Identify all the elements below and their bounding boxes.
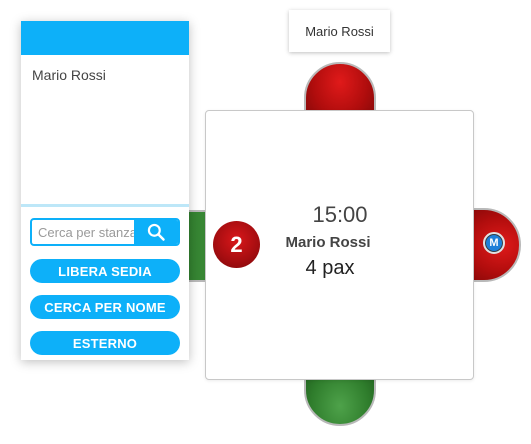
reservation-guest-name: Mario Rossi bbox=[285, 234, 371, 251]
search-button[interactable] bbox=[134, 220, 178, 244]
external-button[interactable]: ESTERNO bbox=[30, 331, 180, 355]
search-input[interactable] bbox=[32, 220, 136, 244]
table-number-badge[interactable]: 2 bbox=[213, 221, 260, 268]
reservation-pax: 4 pax bbox=[305, 257, 355, 279]
reservation-time: 15:00 bbox=[312, 202, 368, 227]
panel-header bbox=[21, 21, 189, 55]
search-icon bbox=[147, 223, 165, 241]
free-seat-button[interactable]: LIBERA SEDIA bbox=[30, 259, 180, 283]
panel-divider bbox=[21, 204, 189, 207]
name-tooltip: Mario Rossi bbox=[289, 10, 390, 52]
search-box bbox=[30, 218, 180, 246]
guest-marker-icon[interactable]: M bbox=[483, 232, 505, 254]
guest-list-item[interactable]: Mario Rossi bbox=[32, 67, 106, 83]
side-panel: Mario Rossi LIBERA SEDIA CERCA PER NOME … bbox=[21, 21, 189, 360]
search-by-name-button[interactable]: CERCA PER NOME bbox=[30, 295, 180, 319]
